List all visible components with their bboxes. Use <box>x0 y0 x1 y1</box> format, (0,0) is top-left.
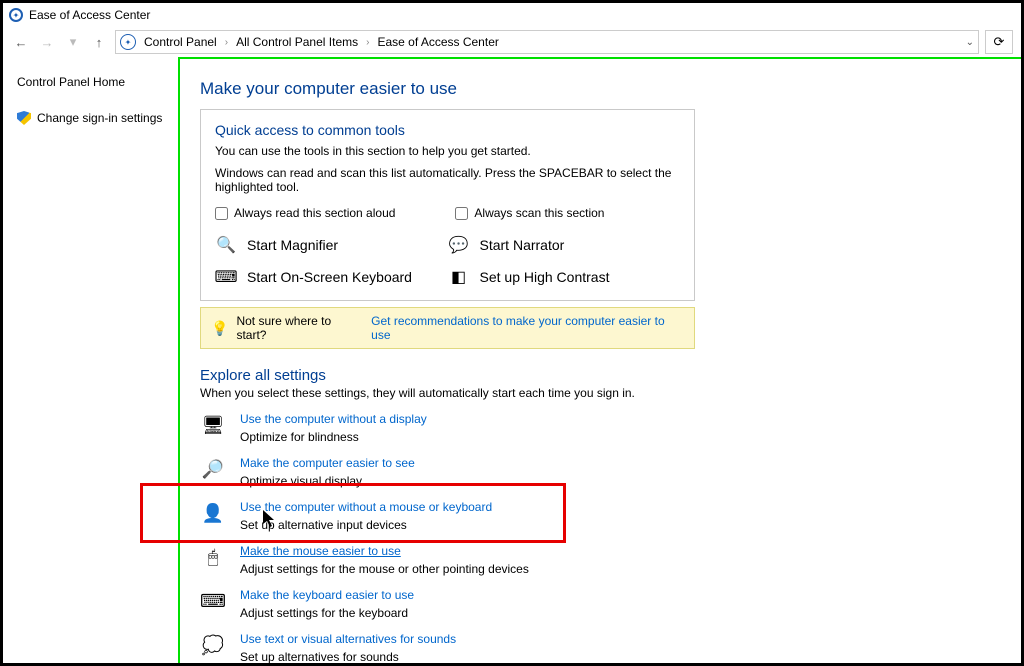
link-keyboard-easier[interactable]: Make the keyboard easier to use <box>240 588 414 602</box>
desc-keyboard-easier: Adjust settings for the keyboard <box>240 606 414 620</box>
high-contrast[interactable]: ◧Set up High Contrast <box>448 266 681 288</box>
contrast-icon: ◧ <box>448 266 470 288</box>
checkbox-input[interactable] <box>455 207 468 220</box>
desc-mouse-easier: Adjust settings for the mouse or other p… <box>240 562 529 576</box>
explore-heading: Explore all settings <box>200 367 1001 384</box>
quick-access-title: Quick access to common tools <box>215 122 680 138</box>
person-icon: 👤 <box>200 500 226 526</box>
recent-dropdown[interactable]: ▾ <box>63 32 83 52</box>
start-osk[interactable]: ⌨Start On-Screen Keyboard <box>215 266 448 288</box>
magnify-icon: 🔎 <box>200 456 226 482</box>
setting-keyboard-easier: ⌨ Make the keyboard easier to use Adjust s… <box>200 588 1001 620</box>
link-without-display[interactable]: Use the computer without a display <box>240 412 427 426</box>
explore-section: Explore all settings When you select the… <box>200 367 1001 663</box>
control-panel-home-link[interactable]: Control Panel Home <box>17 75 168 89</box>
address-bar[interactable]: ✦ Control Panel › All Control Panel Item… <box>115 30 979 54</box>
start-narrator[interactable]: 💬Start Narrator <box>448 234 681 256</box>
always-read-checkbox[interactable]: Always read this section aloud <box>215 206 395 220</box>
start-magnifier[interactable]: 🔍Start Magnifier <box>215 234 448 256</box>
setting-mouse-easier: 🖱 Make the mouse easier to use Adjust sett… <box>200 544 1001 576</box>
window-title: Ease of Access Center <box>29 8 150 22</box>
up-button[interactable]: ↑ <box>89 32 109 52</box>
keyboard-icon: ⌨ <box>200 588 226 614</box>
recommendations-bar: 💡 Not sure where to start? Get recommend… <box>200 307 695 349</box>
link-without-mouse-kb[interactable]: Use the computer without a mouse or keyb… <box>240 500 492 514</box>
hint-lead: Not sure where to start? <box>236 314 363 342</box>
link-mouse-easier[interactable]: Make the mouse easier to use <box>240 544 401 558</box>
main-content: Make your computer easier to use Quick a… <box>178 57 1021 663</box>
chevron-right-icon[interactable]: › <box>225 37 228 48</box>
address-dropdown[interactable]: ⌄ <box>966 37 974 48</box>
desc-sound-alt: Set up alternatives for sounds <box>240 650 456 663</box>
chevron-right-icon[interactable]: › <box>366 37 369 48</box>
magnifier-icon: 🔍 <box>215 234 237 256</box>
link-sound-alt[interactable]: Use text or visual alternatives for soun… <box>240 632 456 646</box>
desc-without-mouse-kb: Set up alternative input devices <box>240 518 492 532</box>
crumb-control-panel[interactable]: Control Panel <box>140 33 221 51</box>
crumb-all-items[interactable]: All Control Panel Items <box>232 33 362 51</box>
explore-sub: When you select these settings, they wil… <box>200 386 1001 400</box>
nav-bar: ← → ▾ ↑ ✦ Control Panel › All Control Pa… <box>3 27 1021 57</box>
narrator-icon: 💬 <box>448 234 470 256</box>
desc-without-display: Optimize for blindness <box>240 430 427 444</box>
change-signin-link[interactable]: Change sign-in settings <box>17 111 168 125</box>
setting-sound-alternatives: 💭 Use text or visual alternatives for sou… <box>200 632 1001 663</box>
ease-of-access-icon: ✦ <box>120 34 136 50</box>
link-easier-to-see[interactable]: Make the computer easier to see <box>240 456 415 470</box>
desc-easier-to-see: Optimize visual display <box>240 474 415 488</box>
shield-icon <box>17 111 31 125</box>
recommendations-link[interactable]: Get recommendations to make your compute… <box>371 314 684 342</box>
lightbulb-icon: 💡 <box>211 320 228 337</box>
setting-without-mouse-kb: 👤 Use the computer without a mouse or key… <box>200 500 1001 532</box>
keyboard-icon: ⌨ <box>215 266 237 288</box>
quick-access-box: Quick access to common tools You can use… <box>200 109 695 301</box>
setting-easier-to-see: 🔎 Make the computer easier to see Optimize… <box>200 456 1001 488</box>
setting-without-display: 🖥 Use the computer without a display Optim… <box>200 412 1001 444</box>
app-icon: ✦ <box>9 8 23 22</box>
display-icon: 🖥 <box>200 412 226 438</box>
quick-access-sub1: You can use the tools in this section to… <box>215 144 680 158</box>
title-bar: ✦ Ease of Access Center <box>3 3 1021 27</box>
back-button[interactable]: ← <box>11 32 31 52</box>
mouse-icon: 🖱 <box>200 544 226 570</box>
page-heading: Make your computer easier to use <box>200 79 1001 99</box>
quick-access-sub2: Windows can read and scan this list auto… <box>215 166 680 194</box>
sound-icon: 💭 <box>200 632 226 658</box>
refresh-button[interactable]: ⟳ <box>985 30 1013 54</box>
left-nav: Control Panel Home Change sign-in settin… <box>3 57 178 663</box>
crumb-ease-of-access[interactable]: Ease of Access Center <box>373 33 502 51</box>
always-scan-checkbox[interactable]: Always scan this section <box>455 206 604 220</box>
forward-button: → <box>37 32 57 52</box>
checkbox-input[interactable] <box>215 207 228 220</box>
change-signin-label: Change sign-in settings <box>37 111 162 125</box>
